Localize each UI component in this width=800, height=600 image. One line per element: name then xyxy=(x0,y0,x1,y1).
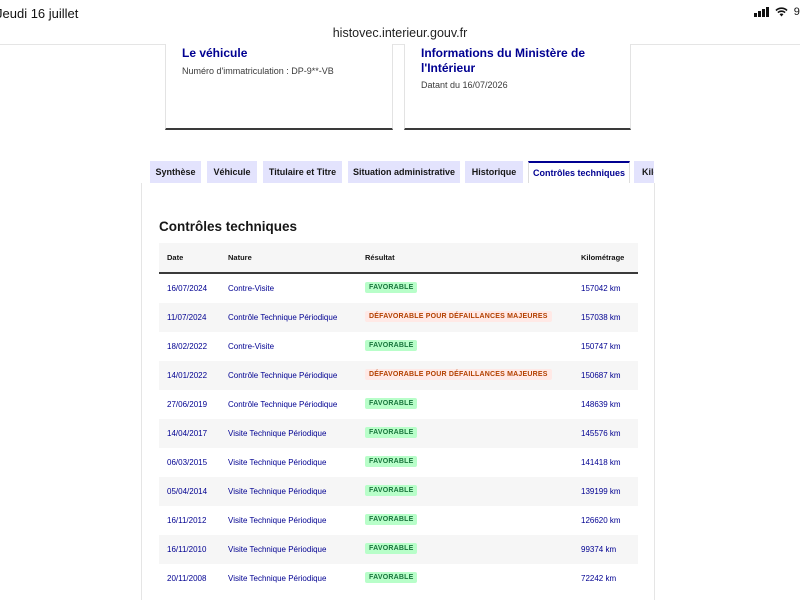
result-badge-favorable: FAVORABLE xyxy=(365,427,418,438)
inspection-date: 11/07/2024 xyxy=(167,313,207,322)
inspection-nature: Visite Technique Périodique xyxy=(228,574,327,583)
result-badge-favorable: FAVORABLE xyxy=(365,514,418,525)
result-badge-defavorable: DÉFAVORABLE POUR DÉFAILLANCES MAJEURES xyxy=(365,311,552,322)
table-row: 16/11/2012 Visite Technique Périodique FAV… xyxy=(159,506,638,535)
signal-icon xyxy=(754,7,769,17)
inspection-date: 27/06/2019 xyxy=(167,400,208,409)
tab-historique[interactable]: Historique xyxy=(465,161,523,183)
table-row: 14/01/2022 Contrôle Technique Périodique D… xyxy=(159,361,638,390)
col-header-result: Résultat xyxy=(365,253,395,262)
table-row: 18/02/2022 Contre-Visite FAVORABLE 150747 k… xyxy=(159,332,638,361)
url-text[interactable]: histovec.interieur.gouv.fr xyxy=(0,26,800,40)
col-header-mileage: Kilométrage xyxy=(581,253,625,262)
inspection-date: 16/07/2024 xyxy=(167,284,208,293)
tab-bar: Synthèse Véhicule Titulaire et Titre Sit… xyxy=(150,161,654,183)
tab-kilometrage[interactable]: Kilométrage xyxy=(634,161,654,183)
inspection-date: 14/04/2017 xyxy=(167,429,208,438)
result-badge-favorable: FAVORABLE xyxy=(365,485,418,496)
inspection-date: 05/04/2014 xyxy=(167,487,208,496)
table-header: Date Nature Résultat Kilométrage xyxy=(159,243,638,274)
data-date: Datant du 16/07/2026 xyxy=(421,80,508,90)
inspection-nature: Visite Technique Périodique xyxy=(228,516,327,525)
tab-controles-techniques[interactable]: Contrôles techniques xyxy=(528,161,630,183)
mileage: 99374 km xyxy=(581,545,617,554)
tab-panel: Contrôles techniques Date Nature Résulta… xyxy=(141,183,655,600)
inspection-date: 16/11/2010 xyxy=(167,545,207,554)
inspection-date: 18/02/2022 xyxy=(167,342,208,351)
tab-situation-administrative[interactable]: Situation administrative xyxy=(348,161,460,183)
result-badge-favorable: FAVORABLE xyxy=(365,282,418,293)
inspection-nature: Contrôle Technique Périodique xyxy=(228,313,338,322)
mileage: 139199 km xyxy=(581,487,621,496)
table-row: 16/07/2024 Contre-Visite FAVORABLE 157042 k… xyxy=(159,274,638,303)
address-bar[interactable]: histovec.interieur.gouv.fr xyxy=(0,26,800,45)
wifi-icon xyxy=(775,7,788,17)
tab-vehicule[interactable]: Véhicule xyxy=(207,161,257,183)
tab-titulaire-titre[interactable]: Titulaire et Titre xyxy=(263,161,342,183)
result-badge-favorable: FAVORABLE xyxy=(365,456,418,467)
inspection-date: 06/03/2015 xyxy=(167,458,208,467)
inspection-nature: Contre-Visite xyxy=(228,342,275,351)
inspection-date: 14/01/2022 xyxy=(167,371,208,380)
mileage: 126620 km xyxy=(581,516,621,525)
col-header-date: Date xyxy=(167,253,184,262)
controls-table: Date Nature Résultat Kilométrage 16/07/2… xyxy=(159,243,638,593)
inspection-nature: Visite Technique Périodique xyxy=(228,545,327,554)
ministry-card-title: Informations du Ministère de l'Intérieur xyxy=(421,46,586,75)
result-badge-favorable: FAVORABLE xyxy=(365,340,418,351)
result-badge-favorable: FAVORABLE xyxy=(365,543,418,554)
tab-synthese[interactable]: Synthèse xyxy=(150,161,201,183)
status-icons: 94 xyxy=(754,6,800,18)
table-row: 20/11/2008 Visite Technique Périodique FAV… xyxy=(159,564,638,593)
section-title: Contrôles techniques xyxy=(159,219,298,234)
mileage: 145576 km xyxy=(581,429,621,438)
inspection-nature: Contre-Visite xyxy=(228,284,275,293)
mileage: 157042 km xyxy=(581,284,621,293)
vehicle-card: Le véhicule Numéro d'immatriculation : D… xyxy=(165,44,393,130)
inspection-date: 16/11/2012 xyxy=(167,516,207,525)
inspection-nature: Visite Technique Périodique xyxy=(228,429,327,438)
result-badge-defavorable: DÉFAVORABLE POUR DÉFAILLANCES MAJEURES xyxy=(365,369,552,380)
inspection-nature: Visite Technique Périodique xyxy=(228,487,327,496)
inspection-nature: Contrôle Technique Périodique xyxy=(228,400,338,409)
mileage: 148639 km xyxy=(581,400,621,409)
table-row: 14/04/2017 Visite Technique Périodique FAV… xyxy=(159,419,638,448)
table-row: 27/06/2019 Contrôle Technique Périodique F… xyxy=(159,390,638,419)
registration-number: Numéro d'immatriculation : DP-9**-VB xyxy=(182,66,334,76)
inspection-nature: Contrôle Technique Périodique xyxy=(228,371,338,380)
ministry-info-card: Informations du Ministère de l'Intérieur… xyxy=(404,44,631,130)
vehicle-card-title: Le véhicule xyxy=(182,46,248,60)
status-bar: Jeudi 16 juillet 94 xyxy=(0,0,800,26)
result-badge-favorable: FAVORABLE xyxy=(365,398,418,409)
mileage: 72242 km xyxy=(581,574,617,583)
table-body: 16/07/2024 Contre-Visite FAVORABLE 157042 k… xyxy=(159,274,638,593)
result-badge-favorable: FAVORABLE xyxy=(365,572,418,583)
mileage: 150747 km xyxy=(581,342,621,351)
battery-level: 94 xyxy=(793,6,800,18)
mileage: 150687 km xyxy=(581,371,621,380)
status-date: Jeudi 16 juillet xyxy=(0,6,79,21)
table-row: 05/04/2014 Visite Technique Périodique FAV… xyxy=(159,477,638,506)
inspection-nature: Visite Technique Périodique xyxy=(228,458,327,467)
table-row: 11/07/2024 Contrôle Technique Périodique D… xyxy=(159,303,638,332)
mileage: 157038 km xyxy=(581,313,621,322)
table-row: 16/11/2010 Visite Technique Périodique FAV… xyxy=(159,535,638,564)
table-row: 06/03/2015 Visite Technique Périodique FAV… xyxy=(159,448,638,477)
inspection-date: 20/11/2008 xyxy=(167,574,207,583)
col-header-nature: Nature xyxy=(228,253,252,262)
mileage: 141418 km xyxy=(581,458,621,467)
